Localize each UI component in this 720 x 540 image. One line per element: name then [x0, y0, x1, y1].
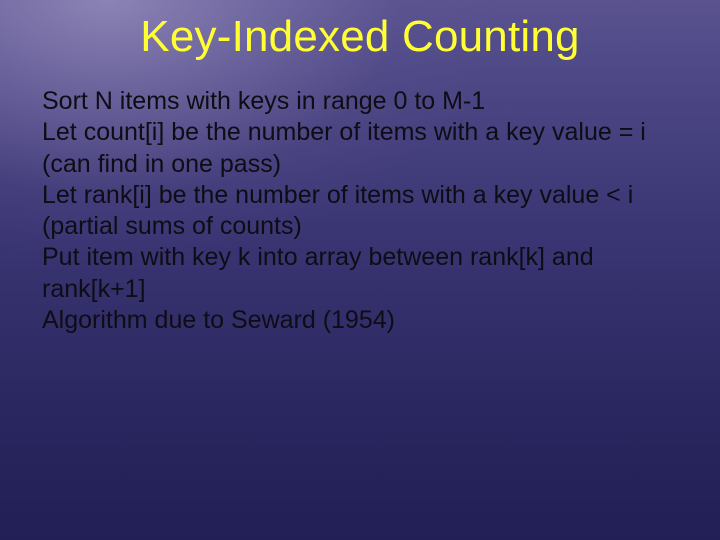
body-line: Algorithm due to Seward (1954) — [42, 305, 678, 336]
body-line: Let rank[i] be the number of items with … — [42, 180, 678, 243]
body-line: Sort N items with keys in range 0 to M-1 — [42, 86, 678, 117]
slide-title: Key-Indexed Counting — [0, 12, 720, 62]
body-line: Let count[i] be the number of items with… — [42, 117, 678, 180]
slide-body: Sort N items with keys in range 0 to M-1… — [42, 86, 678, 336]
slide: Key-Indexed Counting Sort N items with k… — [0, 0, 720, 540]
body-line: Put item with key k into array between r… — [42, 242, 678, 305]
